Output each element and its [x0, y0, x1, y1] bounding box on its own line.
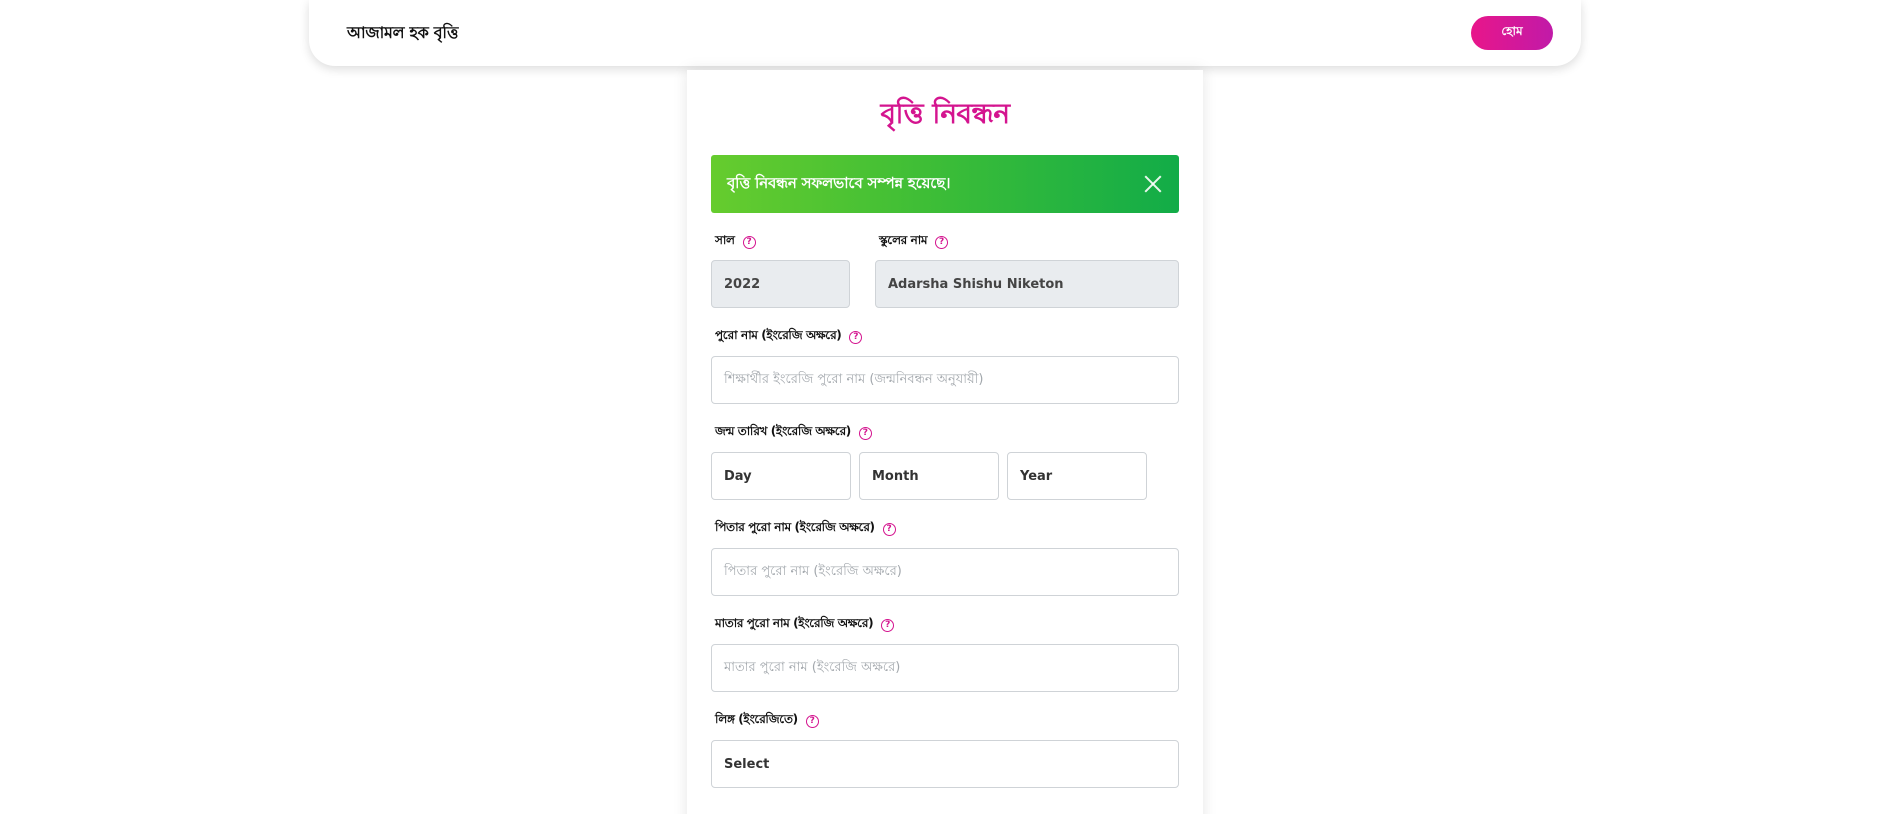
dob-year-select[interactable]: Year	[1007, 452, 1147, 500]
close-icon[interactable]	[1143, 174, 1163, 194]
mother-name-input[interactable]: মাতার পুরো নাম (ইংরেজি অক্ষরে)	[711, 644, 1179, 692]
year-label: সাল	[715, 233, 735, 247]
gender-select[interactable]: Select	[711, 740, 1179, 788]
year-school-row: সাল ? 2022 স্কুলের নাম ? Adarsha Shishu …	[711, 233, 1179, 308]
help-icon[interactable]: ?	[882, 522, 896, 536]
help-icon[interactable]: ?	[805, 714, 819, 728]
dob-month-select[interactable]: Month	[859, 452, 999, 500]
school-group: স্কুলের নাম ? Adarsha Shishu Niketon	[875, 233, 1179, 308]
help-icon[interactable]: ?	[849, 330, 863, 344]
gender-label: লিঙ্গ (ইংরেজিতে)	[715, 712, 798, 726]
help-icon[interactable]: ?	[935, 235, 949, 249]
dob-day-select[interactable]: Day	[711, 452, 851, 500]
brand-name[interactable]: আজামল হক বৃত্তি	[347, 20, 458, 47]
father-name-group: পিতার পুরো নাম (ইংরেজি অক্ষরে) ? পিতার প…	[711, 520, 1179, 596]
home-button[interactable]: হোম	[1471, 16, 1553, 50]
year-group: সাল ? 2022	[711, 233, 850, 308]
dob-group: জন্ম তারিখ (ইংরেজি অক্ষরে) ? Day Month Y…	[711, 424, 1179, 500]
mother-name-group: মাতার পুরো নাম (ইংরেজি অক্ষরে) ? মাতার প…	[711, 616, 1179, 692]
help-icon[interactable]: ?	[742, 235, 756, 249]
school-name-field: Adarsha Shishu Niketon	[875, 260, 1179, 308]
registration-card: বৃত্তি নিবন্ধন বৃত্তি নিবন্ধন সফলভাবে সম…	[687, 70, 1203, 814]
help-icon[interactable]: ?	[858, 426, 872, 440]
dob-label: জন্ম তারিখ (ইংরেজি অক্ষরে)	[715, 424, 851, 438]
father-name-label: পিতার পুরো নাম (ইংরেজি অক্ষরে)	[715, 520, 875, 534]
navbar: আজামল হক বৃত্তি হোম	[309, 0, 1581, 66]
success-alert: বৃত্তি নিবন্ধন সফলভাবে সম্পন্ন হয়েছে।	[711, 155, 1179, 213]
gender-group: লিঙ্গ (ইংরেজিতে) ? Select	[711, 712, 1179, 788]
father-name-input[interactable]: পিতার পুরো নাম (ইংরেজি অক্ষরে)	[711, 548, 1179, 596]
page-title: বৃত্তি নিবন্ধন	[880, 97, 1010, 130]
help-icon[interactable]: ?	[881, 618, 895, 632]
full-name-label: পুরো নাম (ইংরেজি অক্ষরে)	[715, 328, 842, 342]
full-name-group: পুরো নাম (ইংরেজি অক্ষরে) ? শিক্ষার্থীর ই…	[711, 328, 1179, 404]
mother-name-label: মাতার পুরো নাম (ইংরেজি অক্ষরে)	[715, 616, 874, 630]
school-label: স্কুলের নাম	[879, 233, 928, 247]
success-alert-text: বৃত্তি নিবন্ধন সফলভাবে সম্পন্ন হয়েছে।	[727, 173, 951, 192]
full-name-input[interactable]: শিক্ষার্থীর ইংরেজি পুরো নাম (জন্মনিবন্ধন…	[711, 356, 1179, 404]
year-field: 2022	[711, 260, 850, 308]
dob-selects: Day Month Year	[711, 452, 1179, 500]
